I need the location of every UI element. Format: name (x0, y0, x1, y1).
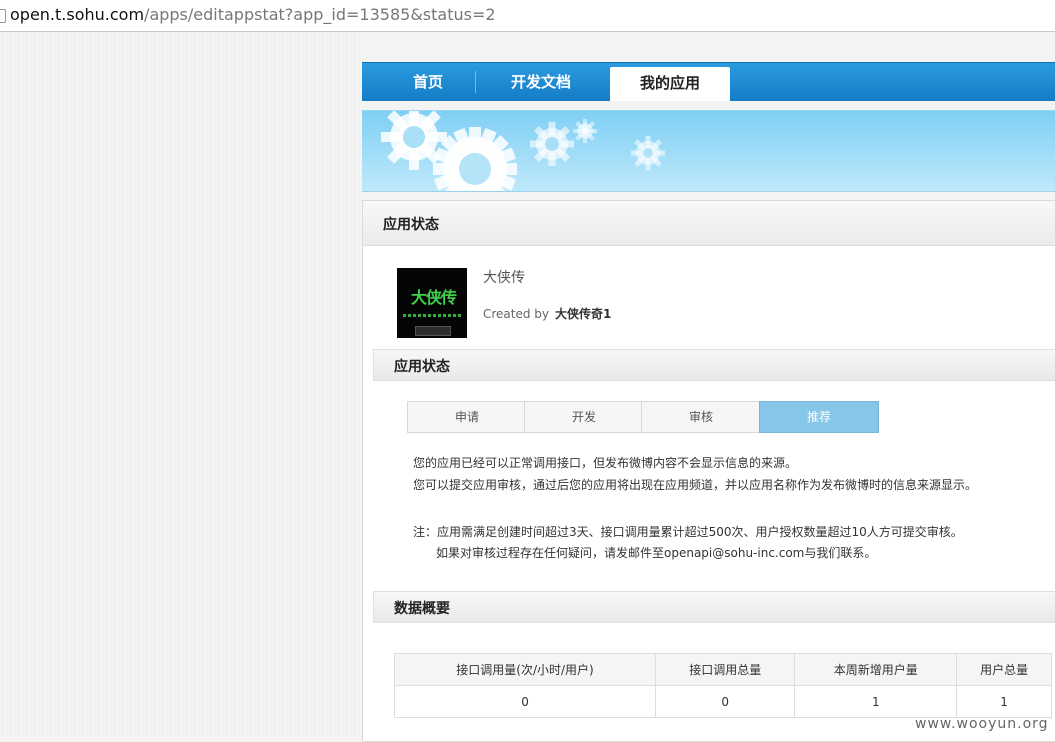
app-logo-text: 大侠传 (411, 288, 457, 307)
review-note-1: 注：应用需满足创建时间超过3天、接口调用量累计超过500次、用户授权数量超过10… (413, 525, 963, 539)
status-steps: 申请 开发 审核 推荐 (407, 401, 879, 433)
table-header-row: 接口调用量(次/小时/用户) 接口调用总量 本周新增用户量 用户总量 (393, 653, 1052, 686)
table-row: 0 0 1 1 (393, 685, 1052, 718)
page-icon (0, 9, 6, 23)
step-develop: 开发 (524, 401, 644, 433)
column-header: 接口调用总量 (655, 653, 796, 686)
url-host: open.t.sohu.com (10, 5, 145, 24)
app-logo: 大侠传 (397, 268, 467, 338)
header-banner (362, 110, 1055, 192)
app-logo-decoration (403, 314, 461, 317)
status-section-title: 应用状态 (394, 359, 450, 375)
column-header: 接口调用量(次/小时/用户) (393, 653, 657, 686)
review-note-2: 如果对审核过程存在任何疑问，请发邮件至openapi@sohu-inc.com与… (436, 546, 877, 560)
tab-home[interactable]: 首页 (382, 63, 474, 101)
address-bar[interactable]: open.t.sohu.com/apps/editappstat?app_id=… (0, 0, 1055, 32)
column-header: 本周新增用户量 (794, 653, 958, 686)
tab-dev-docs[interactable]: 开发文档 (476, 63, 606, 101)
gear-icon (631, 136, 665, 170)
status-message-2: 您可以提交应用审核，通过后您的应用将出现在应用频道，并以应用名称作为发布微博时的… (413, 478, 978, 492)
table-cell: 1 (794, 685, 958, 718)
creator-link[interactable]: 大侠传奇1 (555, 307, 611, 321)
url-text[interactable]: open.t.sohu.com/apps/editappstat?app_id=… (10, 5, 496, 25)
created-by-label: Created by (483, 307, 550, 321)
table-cell: 0 (655, 685, 796, 718)
gear-icon (530, 122, 574, 166)
tab-my-apps[interactable]: 我的应用 (610, 67, 730, 101)
column-header: 用户总量 (956, 653, 1052, 686)
status-section-header: 应用状态 (373, 349, 1055, 381)
panel-header: 应用状态 (363, 201, 1055, 246)
page-title: 应用状态 (383, 217, 439, 233)
step-recommend: 推荐 (759, 401, 879, 433)
created-by: Created by 大侠传奇1 (483, 305, 611, 322)
stats-table: 接口调用量(次/小时/用户) 接口调用总量 本周新增用户量 用户总量 0 0 1… (393, 653, 1052, 718)
status-message-1: 您的应用已经可以正常调用接口，但发布微博内容不会显示信息的来源。 (413, 456, 798, 470)
app-name: 大侠传 (483, 270, 525, 286)
gears-illustration (381, 111, 665, 191)
step-apply: 申请 (407, 401, 527, 433)
table-cell: 0 (393, 685, 657, 718)
data-section-title: 数据概要 (394, 601, 450, 617)
watermark: www.wooyun.org (915, 716, 1049, 732)
url-path: /apps/editappstat?app_id=13585&status=2 (144, 5, 496, 24)
page-background-left (0, 32, 362, 735)
gear-icon (573, 119, 597, 143)
step-review: 审核 (641, 401, 761, 433)
app-logo-band (415, 326, 451, 336)
table-cell: 1 (956, 685, 1052, 718)
gear-icon (381, 111, 447, 170)
main-nav: 首页 开发文档 我的应用 (362, 62, 1055, 101)
main-panel: 应用状态 大侠传 大侠传 Created by 大侠传奇1 应用状态 申请 开发 … (362, 200, 1055, 742)
data-section-header: 数据概要 (373, 591, 1055, 623)
